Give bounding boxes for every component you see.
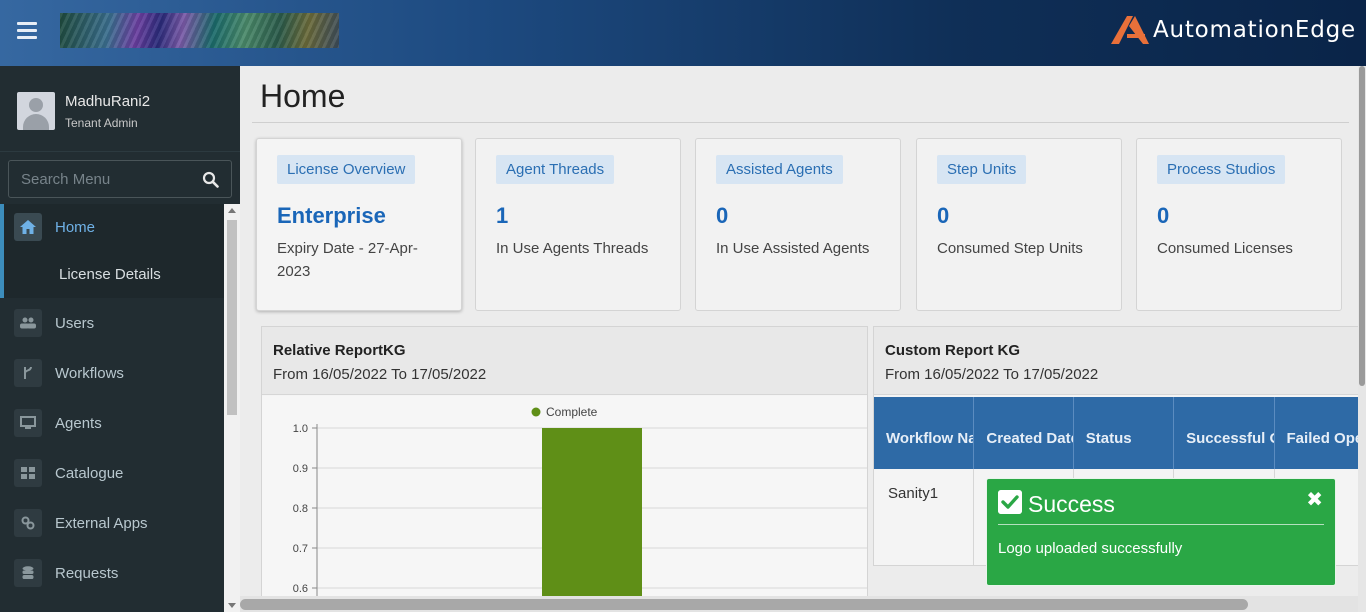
- database-icon: [14, 559, 42, 587]
- card-tag: License Overview: [277, 155, 416, 184]
- column-header[interactable]: Created Date: [974, 397, 1074, 469]
- agent-threads-card[interactable]: Agent Threads 1 In Use Agents Threads: [475, 138, 681, 311]
- card-desc: In Use Assisted Agents: [716, 240, 870, 257]
- search-menu: [8, 160, 232, 198]
- sidebar-item-label: Users: [55, 314, 95, 332]
- column-header[interactable]: Successful Operations: [1174, 397, 1275, 469]
- process-studios-card[interactable]: Process Studios 0 Consumed Licenses: [1136, 138, 1342, 311]
- toast-title: Success: [1028, 491, 1115, 517]
- check-icon: [998, 490, 1022, 514]
- card-tag: Agent Threads: [496, 155, 615, 184]
- card-desc: In Use Agents Threads: [496, 240, 649, 257]
- divider: [252, 122, 1349, 123]
- y-tick-label: 0.9: [293, 463, 308, 475]
- license-overview-card[interactable]: License Overview Enterprise Expiry Date …: [256, 138, 462, 311]
- sidebar-item-requests[interactable]: Requests: [0, 548, 224, 598]
- brand-name: AutomationEdge: [1152, 17, 1356, 43]
- monitor-icon: [14, 409, 42, 437]
- column-header[interactable]: Workflow Name: [874, 397, 975, 469]
- y-tick-label: 0.8: [293, 503, 308, 515]
- card-value: 0: [1157, 203, 1170, 228]
- page-vertical-scrollbar[interactable]: [1358, 66, 1366, 612]
- home-icon: [14, 213, 42, 241]
- card-tag: Assisted Agents: [716, 155, 843, 184]
- sidebar-item-license-details[interactable]: License Details: [0, 250, 224, 298]
- card-desc: Expiry Date - 27-Apr-2023: [277, 240, 418, 280]
- sidebar-item-label: Requests: [55, 564, 119, 582]
- toast-message: Logo uploaded successfully: [998, 540, 1183, 557]
- panel-title: Relative ReportKG: [273, 342, 406, 359]
- bar: [542, 428, 642, 596]
- panel-header: Relative ReportKG From 16/05/2022 To 17/…: [262, 327, 867, 395]
- card-value: 0: [716, 203, 729, 228]
- sidebar-menu: Home License Details Users Workflows Age…: [0, 204, 224, 598]
- sidebar-item-workflows[interactable]: Workflows: [0, 348, 224, 398]
- bar-chart: Complete 0.6 0.7 0.8 0.9 1.0: [293, 405, 867, 596]
- menu-toggle-icon[interactable]: [17, 22, 37, 40]
- card-desc: Consumed Step Units: [937, 240, 1083, 257]
- user-role: Tenant Admin: [65, 116, 138, 130]
- avatar: [17, 92, 55, 130]
- search-input[interactable]: [9, 161, 199, 197]
- card-value: Enterprise: [277, 203, 386, 228]
- card-tag: Process Studios: [1157, 155, 1286, 184]
- panel-header: Custom Report KG From 16/05/2022 To 17/0…: [874, 327, 1358, 395]
- card-tag: Step Units: [937, 155, 1027, 184]
- users-icon: [14, 309, 42, 337]
- top-navbar: AutomationEdge: [0, 0, 1366, 66]
- search-icon[interactable]: [202, 171, 219, 188]
- legend-marker: [531, 407, 541, 417]
- table-cell: Sanity1: [874, 469, 975, 565]
- sidebar-item-label: Workflows: [55, 364, 124, 382]
- sidebar-item-catalogue[interactable]: Catalogue: [0, 448, 224, 498]
- sidebar-item-label: Home: [55, 218, 96, 236]
- sidebar-item-home[interactable]: Home: [0, 204, 224, 250]
- sidebar-item-label: Agents: [55, 414, 102, 432]
- success-toast: Success ✖ Logo uploaded successfully: [986, 478, 1336, 586]
- sidebar-item-users[interactable]: Users: [0, 298, 224, 348]
- user-panel: MadhuRani2 Tenant Admin: [0, 66, 240, 152]
- divider: [998, 524, 1324, 525]
- sidebar-item-label: Catalogue: [55, 464, 124, 482]
- card-value: 0: [937, 203, 950, 228]
- panel-date-range: From 16/05/2022 To 17/05/2022: [885, 366, 1099, 383]
- page-horizontal-scrollbar[interactable]: [240, 596, 1358, 612]
- y-tick-label: 0.7: [293, 543, 308, 555]
- automationedge-logo-icon: [1110, 16, 1149, 44]
- legend-label: Complete: [546, 405, 598, 419]
- tenant-logo-banner: [60, 13, 339, 48]
- panel-date-range: From 16/05/2022 To 17/05/2022: [273, 366, 487, 383]
- card-value: 1: [496, 203, 509, 228]
- y-tick-label: 1.0: [293, 423, 308, 435]
- column-header[interactable]: Failed Operations: [1275, 397, 1358, 469]
- link-icon: [14, 509, 42, 537]
- sidebar-item-agents[interactable]: Agents: [0, 398, 224, 448]
- column-header[interactable]: Status: [1074, 397, 1175, 469]
- close-icon[interactable]: ✖: [1306, 487, 1323, 512]
- workflow-icon: [14, 359, 42, 387]
- user-name: MadhuRani2: [65, 93, 151, 110]
- sidebar-item-label: External Apps: [55, 514, 148, 532]
- assisted-agents-card[interactable]: Assisted Agents 0 In Use Assisted Agents: [695, 138, 901, 311]
- page-title: Home: [260, 78, 346, 114]
- sidebar-item-external-apps[interactable]: External Apps: [0, 498, 224, 548]
- chart-area: Complete 0.6 0.7 0.8 0.9 1.0: [262, 396, 867, 596]
- grid-icon: [14, 459, 42, 487]
- step-units-card[interactable]: Step Units 0 Consumed Step Units: [916, 138, 1122, 311]
- sidebar: MadhuRani2 Tenant Admin Home License Det…: [0, 66, 240, 612]
- relative-report-panel: Relative ReportKG From 16/05/2022 To 17/…: [261, 326, 868, 596]
- brand-logo: AutomationEdge: [1109, 12, 1356, 48]
- y-tick-label: 0.6: [293, 583, 308, 595]
- panel-title: Custom Report KG: [885, 342, 1020, 359]
- table-header: Workflow Name Created Date Status Succes…: [874, 397, 1358, 469]
- sidebar-scrollbar[interactable]: [224, 204, 240, 612]
- card-desc: Consumed Licenses: [1157, 240, 1293, 257]
